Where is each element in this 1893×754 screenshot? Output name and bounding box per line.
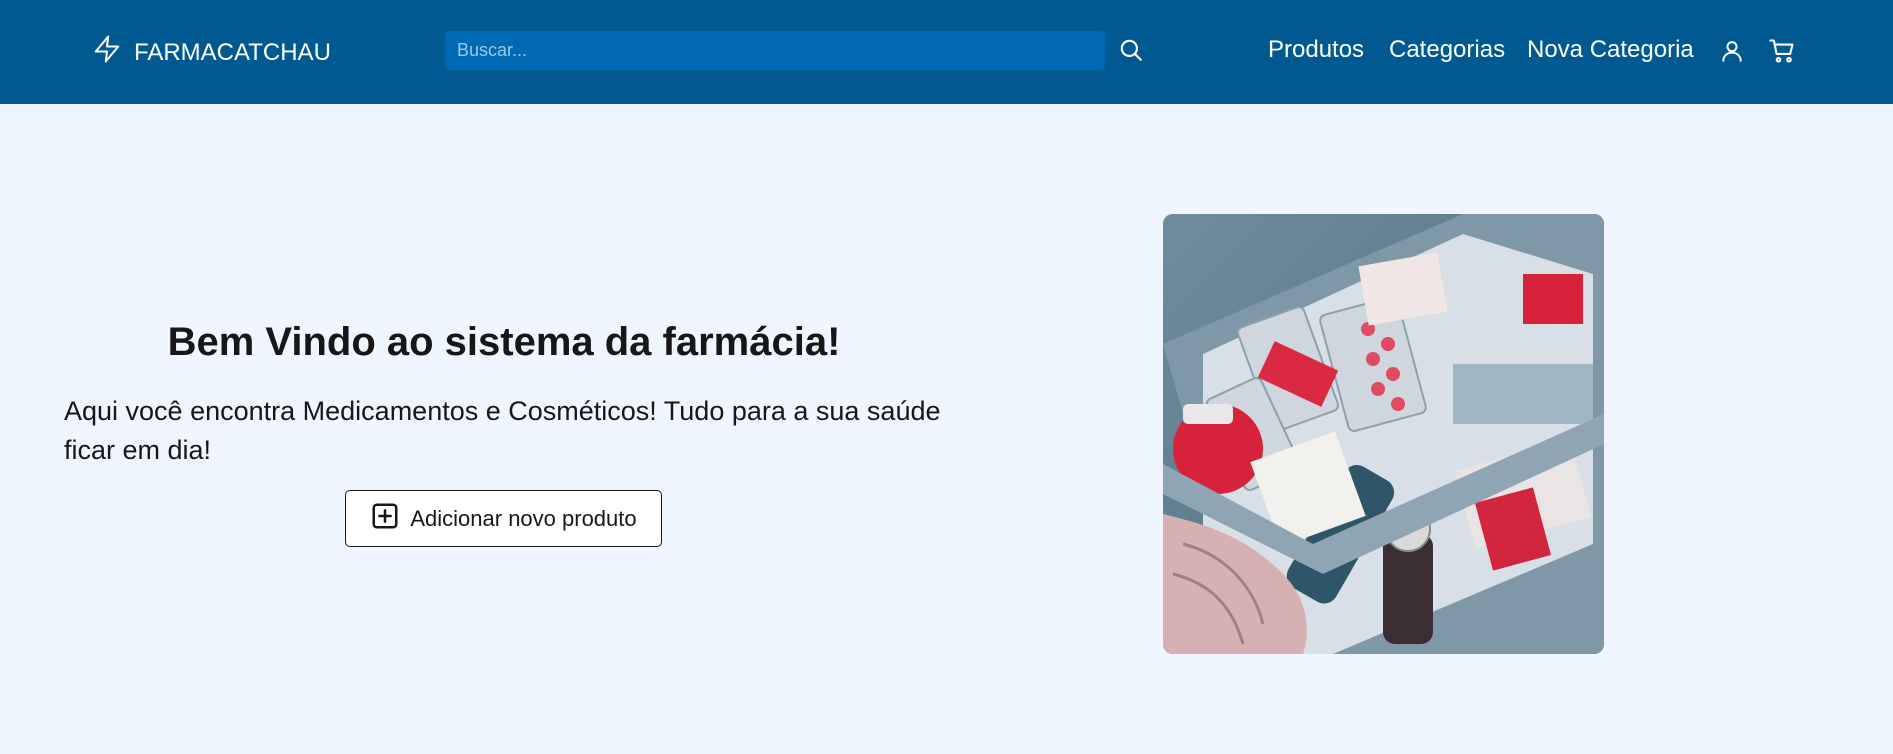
search-button[interactable]: [1115, 35, 1147, 67]
plus-square-icon: [370, 501, 400, 537]
lightning-icon: [92, 34, 122, 71]
search-icon: [1118, 37, 1144, 66]
search-input[interactable]: [445, 31, 1105, 70]
user-icon[interactable]: [1717, 36, 1747, 66]
cart-icon[interactable]: [1767, 36, 1797, 66]
medicine-drawer-image: [1163, 214, 1604, 654]
add-product-button[interactable]: Adicionar novo produto: [345, 490, 662, 547]
nav-link-categorias[interactable]: Categorias: [1389, 36, 1505, 64]
brand-label: FARMACATCHAU: [134, 38, 331, 66]
add-product-label: Adicionar novo produto: [410, 505, 637, 531]
search-form: [445, 31, 1142, 70]
nav-link-produtos[interactable]: Produtos: [1268, 36, 1364, 64]
nav-link-nova-categoria[interactable]: Nova Categoria: [1527, 36, 1694, 64]
brand-link[interactable]: FARMACATCHAU: [92, 34, 331, 71]
hero-title: Bem Vindo ao sistema da farmácia!: [167, 320, 841, 364]
hero-description: Aqui você encontra Medicamentos e Cosmét…: [64, 396, 941, 465]
navbar: FARMACATCHAU Produtos Categorias Nova Ca…: [0, 0, 1893, 104]
